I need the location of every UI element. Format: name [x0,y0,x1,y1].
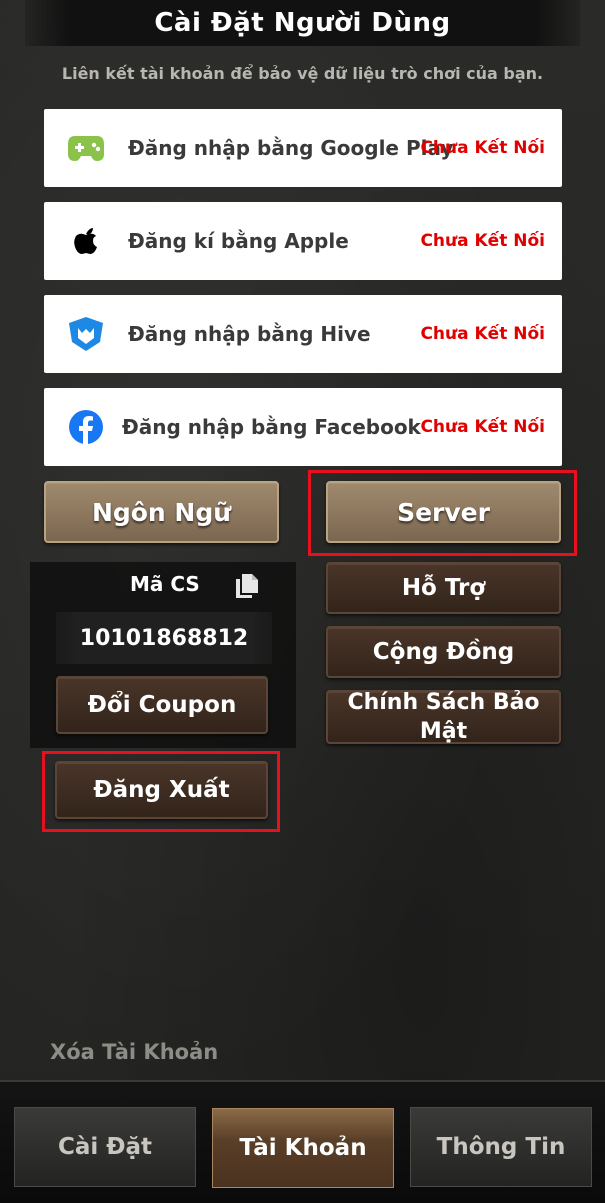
privacy-policy-button[interactable]: Chính Sách Bảo Mật [326,690,561,744]
copy-icon[interactable] [235,573,259,599]
community-button-label: Cộng Đồng [372,639,515,665]
delete-account-link[interactable]: Xóa Tài Khoản [50,1040,218,1064]
gamepad-icon [66,129,106,167]
tab-info[interactable]: Thông Tin [410,1107,592,1187]
page-subtitle: Liên kết tài khoản để bảo vệ dữ liệu trò… [61,64,544,83]
link-label: Đăng nhập bằng Hive [128,322,371,346]
support-button[interactable]: Hỗ Trợ [326,562,561,614]
link-label: Đăng nhập bằng Facebook [122,415,421,439]
link-status: Chưa Kết Nối [420,324,545,344]
link-google-play-row[interactable]: Đăng nhập bằng Google Play Chưa Kết Nối [44,109,562,187]
logout-button-label: Đăng Xuất [93,777,230,803]
tab-account[interactable]: Tài Khoản [212,1108,394,1188]
link-facebook-row[interactable]: Đăng nhập bằng Facebook Chưa Kết Nối [44,388,562,466]
logout-button[interactable]: Đăng Xuất [55,761,268,819]
cs-label: Mã CS [130,572,200,596]
link-apple-row[interactable]: Đăng kí bằng Apple Chưa Kết Nối [44,202,562,280]
cs-value: 10101868812 [79,625,249,651]
server-button-label: Server [397,497,490,527]
user-settings-screen: Cài Đặt Người Dùng Liên kết tài khoản để… [0,0,605,1203]
link-status: Chưa Kết Nối [420,417,545,437]
tab-settings-label: Cài Đặt [57,1134,153,1160]
privacy-policy-button-label: Chính Sách Bảo Mật [347,690,540,744]
community-button[interactable]: Cộng Đồng [326,626,561,678]
hive-shield-icon [66,315,106,353]
link-label: Đăng nhập bằng Google Play [128,136,454,160]
link-label: Đăng kí bằng Apple [128,229,349,253]
coupon-button[interactable]: Đổi Coupon [56,676,268,734]
tab-settings[interactable]: Cài Đặt [14,1107,196,1187]
language-button[interactable]: Ngôn Ngữ [44,481,279,543]
coupon-button-label: Đổi Coupon [87,692,237,718]
tab-info-label: Thông Tin [436,1134,566,1160]
apple-icon [66,222,106,260]
facebook-icon [66,408,106,446]
language-button-label: Ngôn Ngữ [91,497,232,527]
server-button[interactable]: Server [326,481,561,543]
link-status: Chưa Kết Nối [420,231,545,251]
link-hive-row[interactable]: Đăng nhập bằng Hive Chưa Kết Nối [44,295,562,373]
support-button-label: Hỗ Trợ [401,575,486,601]
tab-account-label: Tài Khoản [239,1135,367,1161]
link-status: Chưa Kết Nối [420,138,545,158]
page-title-text: Cài Đặt Người Dùng [154,8,451,38]
page-title: Cài Đặt Người Dùng [25,0,580,46]
